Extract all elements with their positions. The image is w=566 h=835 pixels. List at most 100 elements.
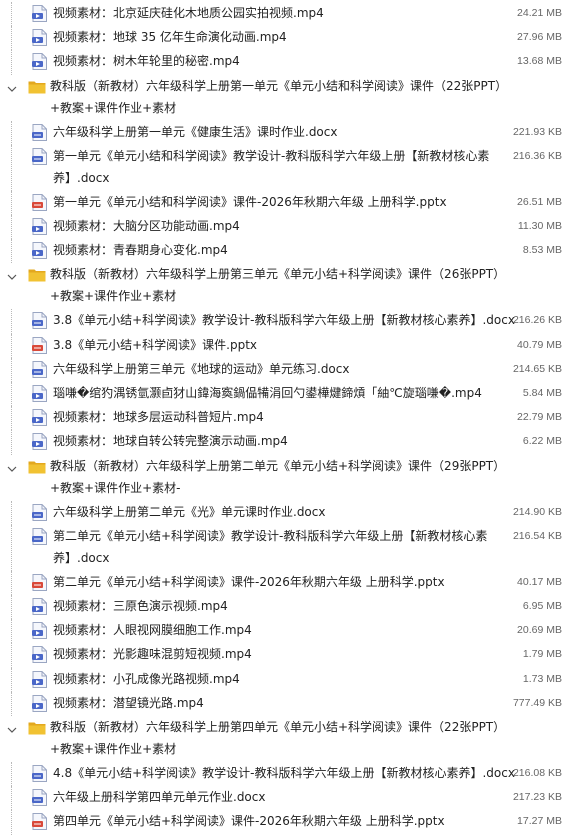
tree-guide-line — [11, 691, 12, 716]
file-row[interactable]: 六年级上册科学第四单元单元作业.docx 217.23 KB — [0, 786, 566, 811]
video-icon — [32, 622, 47, 640]
file-name: 视频素材：大脑分区功能动画.mp4 — [53, 219, 240, 233]
file-name: 六年级科学上册第三单元《地球的运动》单元练习.docx — [53, 361, 350, 376]
video-icon — [32, 433, 47, 451]
file-size: 26.51 MB — [517, 195, 562, 208]
folder-icon — [28, 720, 46, 735]
file-row[interactable]: 六年级科学上册第二单元《光》单元课时作业.docx 214.90 KB — [0, 500, 566, 525]
file-row[interactable]: 视频素材：青春期身心变化.mp4 8.53 MB — [0, 239, 566, 264]
file-row[interactable]: 第二单元《单元小结+科学阅读》教学设计-教科版科学六年级上册【新教材核心素 养】.… — [0, 524, 566, 571]
video-icon — [32, 646, 47, 664]
word-icon — [32, 312, 47, 330]
folder-row[interactable]: 教科版（新教材）六年级科学上册第四单元《单元小结+科学阅读》课件（22张PPT）… — [0, 716, 566, 762]
file-row[interactable]: 视频素材：树木年轮里的秘密.mp4 13.68 MB — [0, 50, 566, 75]
word-icon — [32, 360, 47, 378]
file-row[interactable]: 视频素材：三原色演示视频.mp4 6.95 MB — [0, 595, 566, 620]
file-size: 1.79 MB — [522, 648, 562, 661]
file-name: 视频素材：青春期身心变化.mp4 — [53, 243, 228, 258]
video-icon — [32, 385, 47, 402]
file-size: 27.96 MB — [517, 31, 562, 44]
video-icon — [32, 242, 47, 260]
file-size: 20.69 MB — [517, 624, 562, 637]
file-size: 216.26 KB — [512, 314, 562, 327]
tree-guide-line — [11, 382, 12, 407]
file-size: 8.53 MB — [522, 244, 562, 257]
folder-icon — [28, 79, 46, 94]
file-row[interactable]: 瑙嗛�绾犳湡锈氫灏卣犲山鍏海寏鍋偘犕涓回勺鍙樺煡鍗熕「紬℃旋瑙嗛�.mp4 5.8… — [0, 382, 566, 407]
folder-name: 教科版（新教材）六年级科学上册第二单元《单元小结+科学阅读》课件（29张PPT） — [50, 458, 506, 473]
folder-name: 教科版（新教材）六年级科学上册第三单元《单元小结+科学阅读》课件（26张PPT） — [50, 267, 506, 282]
chevron-down-icon[interactable] — [6, 460, 18, 472]
tree-guide-line — [11, 667, 12, 692]
word-icon — [32, 789, 47, 807]
file-size: 17.27 MB — [517, 815, 562, 828]
tree-guide-line — [11, 500, 12, 525]
folder-row[interactable]: 教科版（新教材）六年级科学上册第一单元《单元小结和科学阅读》课件（22张PPT）… — [0, 75, 566, 121]
file-size: 11.30 MB — [517, 220, 562, 232]
tree-guide-line — [11, 570, 12, 595]
video-icon — [32, 5, 47, 22]
tree-guide-line — [11, 786, 12, 811]
folder-icon — [28, 459, 46, 474]
video-icon — [32, 670, 47, 688]
file-name: 4.8《单元小结+科学阅读》教学设计-教科版科学六年级上册【新教材核心素养】.d… — [53, 766, 515, 780]
file-size: 6.95 MB — [522, 600, 562, 612]
file-row[interactable]: 视频素材：潜望镜光路.mp4 777.49 KB — [0, 691, 566, 716]
ppt-icon — [32, 573, 47, 591]
file-size: 6.22 MB — [522, 435, 562, 448]
folder-row[interactable]: 教科版（新教材）六年级科学上册第三单元《单元小结+科学阅读》课件（26张PPT）… — [0, 263, 566, 309]
file-row[interactable]: 六年级科学上册第一单元《健康生活》课时作业.docx 221.93 KB — [0, 120, 566, 145]
file-size: 40.79 MB — [517, 338, 562, 351]
file-size: 13.68 MB — [517, 55, 562, 68]
tree-guide-line — [11, 762, 12, 787]
file-row[interactable]: 视频素材：地球自转公转完整演示动画.mp4 6.22 MB — [0, 430, 566, 455]
ppt-icon — [32, 336, 47, 354]
tree-guide-line — [11, 190, 12, 215]
file-row[interactable]: 第四单元《单元小结+科学阅读》课件-2026年秋期六年级 上册科学.pptx 17… — [0, 810, 566, 835]
file-row[interactable]: 第一单元《单元小结和科学阅读》课件-2026年秋期六年级 上册科学.pptx 26… — [0, 190, 566, 215]
file-row[interactable]: 视频素材：光影趣味混剪短视频.mp4 1.79 MB — [0, 643, 566, 668]
file-row[interactable]: 3.8《单元小结+科学阅读》教学设计-教科版科学六年级上册【新教材核心素养】.d… — [0, 309, 566, 334]
file-name: 第二单元《单元小结+科学阅读》教学设计-教科版科学六年级上册【新教材核心素 — [53, 528, 488, 543]
chevron-down-icon[interactable] — [6, 80, 18, 92]
file-row[interactable]: 视频素材：地球 35 亿年生命演化动画.mp4 27.96 MB — [0, 26, 566, 51]
file-row[interactable]: 视频素材：地球多层运动科普短片.mp4 22.79 MB — [0, 406, 566, 431]
file-name: 第一单元《单元小结和科学阅读》教学设计-教科版科学六年级上册【新教材核心素 — [53, 148, 490, 163]
file-name: 视频素材：人眼视网膜细胞工作.mp4 — [53, 623, 252, 638]
tree-guide-line — [11, 643, 12, 668]
chevron-down-icon[interactable] — [6, 721, 18, 733]
word-icon — [32, 123, 47, 141]
video-icon — [32, 694, 47, 712]
file-row[interactable]: 第二单元《单元小结+科学阅读》课件-2026年秋期六年级 上册科学.pptx 40… — [0, 570, 566, 595]
file-size: 221.93 KB — [512, 125, 562, 138]
file-name: 养】.docx — [53, 550, 110, 565]
file-size: 40.17 MB — [517, 575, 562, 588]
video-icon — [32, 53, 47, 71]
video-icon — [32, 29, 47, 47]
file-name: 3.8《单元小结+科学阅读》教学设计-教科版科学六年级上册【新教材核心素养】.d… — [53, 313, 515, 328]
file-size: 5.84 MB — [522, 387, 562, 399]
file-row[interactable]: 第一单元《单元小结和科学阅读》教学设计-教科版科学六年级上册【新教材核心素 养】.… — [0, 144, 566, 191]
video-icon — [32, 598, 47, 615]
folder-row[interactable]: 教科版（新教材）六年级科学上册第二单元《单元小结+科学阅读》课件（29张PPT）… — [0, 455, 566, 501]
word-icon — [32, 503, 47, 521]
tree-guide-line — [11, 595, 12, 620]
chevron-down-icon[interactable] — [6, 268, 18, 281]
tree-guide-line — [11, 619, 12, 644]
file-row[interactable]: 3.8《单元小结+科学阅读》课件.pptx 40.79 MB — [0, 333, 566, 358]
file-row[interactable]: 4.8《单元小结+科学阅读》教学设计-教科版科学六年级上册【新教材核心素养】.d… — [0, 762, 566, 787]
file-row[interactable]: 六年级科学上册第三单元《地球的运动》单元练习.docx 214.65 KB — [0, 357, 566, 382]
folder-name: +教案+课件作业+素材 — [50, 289, 177, 304]
file-name: 视频素材：光影趣味混剪短视频.mp4 — [53, 647, 252, 662]
file-name: 视频素材：北京延庆硅化木地质公园实拍视频.mp4 — [53, 6, 324, 20]
file-size: 214.65 KB — [512, 362, 562, 375]
file-row[interactable]: 视频素材：小孔成像光路视频.mp4 1.73 MB — [0, 667, 566, 692]
file-size: 216.08 KB — [512, 767, 562, 779]
file-row[interactable]: 视频素材：人眼视网膜细胞工作.mp4 20.69 MB — [0, 619, 566, 644]
tree-guide-line — [11, 524, 12, 571]
file-name: 第一单元《单元小结和科学阅读》课件-2026年秋期六年级 上册科学.pptx — [53, 194, 447, 209]
file-row[interactable]: 视频素材：北京延庆硅化木地质公园实拍视频.mp4 24.21 MB — [0, 2, 566, 27]
file-size: 22.79 MB — [517, 411, 562, 424]
file-row[interactable]: 视频素材：大脑分区功能动画.mp4 11.30 MB — [0, 215, 566, 240]
tree-guide-line — [11, 239, 12, 264]
